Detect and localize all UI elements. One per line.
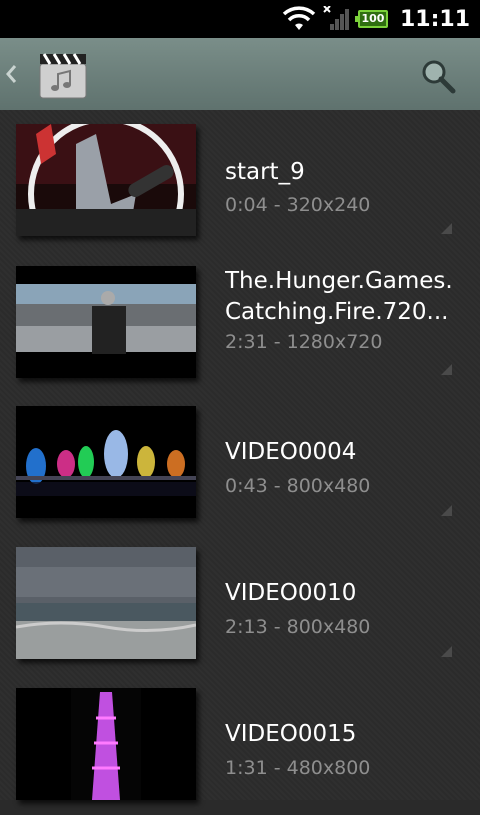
video-meta: 1:31 - 480x800 xyxy=(225,757,371,779)
video-meta: 2:13 - 800x480 xyxy=(225,616,371,638)
corner-indicator xyxy=(441,505,452,516)
list-item[interactable]: start_9 0:04 - 320x240 xyxy=(0,110,480,251)
corner-indicator xyxy=(441,364,452,375)
video-thumbnail[interactable] xyxy=(16,124,196,236)
corner-indicator xyxy=(441,646,452,657)
list-item[interactable]: VIDEO0004 0:43 - 800x480 xyxy=(0,392,480,533)
thumbnail-image xyxy=(16,266,196,378)
video-title: start_9 xyxy=(225,159,305,185)
video-title-line2: Catching.Fire.720... xyxy=(225,299,449,325)
status-bar: 100 11:11 xyxy=(0,0,480,38)
thumbnail-image xyxy=(16,124,196,236)
video-list: start_9 0:04 - 320x240 The.Hunger.Games.… xyxy=(0,110,480,800)
video-thumbnail[interactable] xyxy=(16,406,196,518)
corner-indicator xyxy=(441,223,452,234)
action-bar xyxy=(0,38,480,110)
signal-icon xyxy=(323,6,349,30)
video-title: VIDEO0004 xyxy=(225,439,357,465)
video-thumbnail[interactable] xyxy=(16,266,196,378)
chevron-left-icon[interactable] xyxy=(4,60,18,88)
battery-level: 100 xyxy=(361,12,385,25)
video-title: VIDEO0015 xyxy=(225,721,357,747)
video-thumbnail[interactable] xyxy=(16,688,196,800)
video-title-line1: The.Hunger.Games. xyxy=(225,268,453,294)
battery-icon: 100 xyxy=(354,10,388,28)
status-clock: 11:11 xyxy=(399,6,470,32)
wifi-icon xyxy=(282,6,316,30)
clapper-music-icon[interactable] xyxy=(38,50,88,100)
video-thumbnail[interactable] xyxy=(16,547,196,659)
thumbnail-image xyxy=(16,547,196,659)
video-meta: 2:31 - 1280x720 xyxy=(225,331,383,353)
thumbnail-image xyxy=(16,688,196,800)
list-item[interactable]: VIDEO0010 2:13 - 800x480 xyxy=(0,533,480,674)
video-title: VIDEO0010 xyxy=(225,580,357,606)
list-item[interactable]: VIDEO0015 1:31 - 480x800 xyxy=(0,674,480,815)
video-meta: 0:04 - 320x240 xyxy=(225,194,371,216)
thumbnail-image xyxy=(16,406,196,518)
search-icon[interactable] xyxy=(420,58,456,94)
video-title: The.Hunger.Games. Catching.Fire.720... xyxy=(225,266,466,328)
video-meta: 0:43 - 800x480 xyxy=(225,475,371,497)
list-item[interactable]: The.Hunger.Games. Catching.Fire.720... 2… xyxy=(0,251,480,392)
